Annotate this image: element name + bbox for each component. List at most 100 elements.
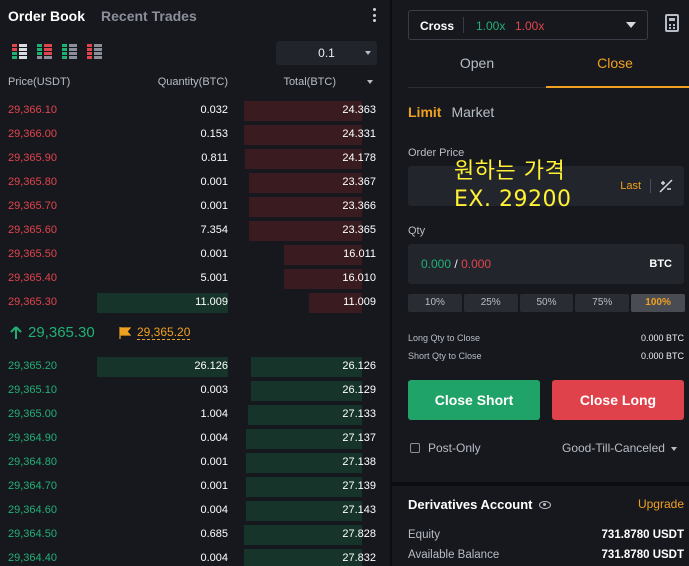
- ask-row[interactable]: 29,366.00 0.153 24.331: [0, 124, 390, 145]
- ask-quantity: 0.001: [200, 248, 228, 260]
- view-bids-icon[interactable]: [62, 44, 77, 59]
- bid-quantity: 26.126: [194, 360, 228, 372]
- tab-market[interactable]: Market: [451, 104, 494, 120]
- bid-quantity: 1.004: [200, 408, 228, 420]
- ask-price: 29,365.60: [8, 224, 57, 236]
- divider: [650, 179, 651, 193]
- ask-quantity: 5.001: [200, 272, 228, 284]
- price-swap-icon[interactable]: [659, 179, 673, 193]
- short-qty-row: Short Qty to Close 0.000 BTC: [408, 351, 684, 361]
- mark-price[interactable]: 29,365.20: [137, 325, 191, 340]
- tab-recent-trades[interactable]: Recent Trades: [101, 8, 197, 24]
- tab-limit[interactable]: Limit: [408, 104, 441, 120]
- tab-open[interactable]: Open: [408, 50, 546, 88]
- pct-50-button[interactable]: 50%: [519, 294, 574, 312]
- bid-quantity: 0.003: [200, 384, 228, 396]
- close-long-button[interactable]: Close Long: [552, 380, 684, 420]
- tab-order-book[interactable]: Order Book: [8, 8, 85, 24]
- bid-price: 29,364.90: [8, 432, 57, 444]
- ask-quantity: 0.001: [200, 200, 228, 212]
- chevron-down-icon: [365, 51, 371, 55]
- view-columns-icon[interactable]: [37, 44, 52, 59]
- eye-icon[interactable]: [538, 500, 551, 509]
- ask-row[interactable]: 29,365.50 0.001 16.011: [0, 244, 390, 265]
- upgrade-link[interactable]: Upgrade: [638, 497, 684, 511]
- qty-slash: /: [454, 257, 458, 271]
- orderbook-view-switcher: [12, 44, 102, 59]
- post-only-option: Post-Only: [410, 441, 481, 455]
- ask-price: 29,365.40: [8, 272, 57, 284]
- ask-row[interactable]: 29,365.60 7.354 23.365: [0, 220, 390, 241]
- long-qty-label: Long Qty to Close: [408, 333, 481, 343]
- available-balance-row: Available Balance 731.8780 USDT: [408, 549, 684, 561]
- time-in-force-select[interactable]: Good-Till-Canceled: [562, 441, 677, 455]
- last-price: 29,365.30: [28, 324, 95, 341]
- sort-dropdown-icon[interactable]: [367, 80, 373, 84]
- precision-select[interactable]: 0.1: [276, 41, 377, 65]
- bid-row[interactable]: 29,365.10 0.003 26.129: [0, 380, 390, 401]
- bid-row[interactable]: 29,364.60 0.004 27.143: [0, 500, 390, 521]
- ask-quantity: 0.811: [201, 152, 228, 164]
- header-quantity: Quantity(BTC): [157, 76, 228, 88]
- ask-row[interactable]: 29,365.90 0.811 24.178: [0, 148, 390, 169]
- bid-total: 27.133: [342, 408, 376, 420]
- bid-row[interactable]: 29,365.20 26.126 26.126: [0, 356, 390, 377]
- bid-quantity: 0.004: [200, 552, 228, 564]
- ask-price: 29,365.90: [8, 152, 57, 164]
- bid-quantity: 0.001: [200, 480, 228, 492]
- bid-price: 29,364.80: [8, 456, 57, 468]
- bid-total: 27.832: [342, 552, 376, 564]
- bid-row[interactable]: 29,364.80 0.001 27.138: [0, 452, 390, 473]
- long-qty-row: Long Qty to Close 0.000 BTC: [408, 333, 684, 343]
- ask-price: 29,365.70: [8, 200, 57, 212]
- ask-row[interactable]: 29,365.30 11.009 11.009: [0, 292, 390, 313]
- trade-panel: Cross 1.00x 1.00x Open Close Limit Marke…: [392, 0, 689, 566]
- post-only-checkbox[interactable]: [410, 443, 420, 453]
- equity-value: 731.8780 USDT: [601, 529, 684, 541]
- bid-price: 29,364.60: [8, 504, 57, 516]
- ask-total: 16.011: [343, 248, 376, 260]
- ask-price: 29,366.10: [8, 104, 57, 116]
- bid-row[interactable]: 29,364.50 0.685 27.828: [0, 524, 390, 545]
- ask-price: 29,365.50: [8, 248, 57, 260]
- ask-quantity: 11.009: [195, 296, 228, 308]
- account-header: Derivatives Account: [408, 497, 551, 512]
- precision-value: 0.1: [318, 46, 335, 60]
- open-close-tabs: Open Close: [408, 50, 689, 88]
- header-price: Price(USDT): [8, 76, 71, 88]
- available-balance-label: Available Balance: [408, 549, 500, 561]
- ask-row[interactable]: 29,366.10 0.032 24.363: [0, 100, 390, 121]
- qty-input[interactable]: 0.000 / 0.000 BTC: [408, 244, 684, 284]
- pct-75-button[interactable]: 75%: [575, 294, 630, 312]
- ask-row[interactable]: 29,365.70 0.001 23.366: [0, 196, 390, 217]
- bid-price: 29,364.50: [8, 528, 57, 540]
- pct-25-button[interactable]: 25%: [463, 294, 518, 312]
- bid-row[interactable]: 29,364.70 0.001 27.139: [0, 476, 390, 497]
- pct-100-button[interactable]: 100%: [631, 294, 685, 312]
- ask-row[interactable]: 29,365.40 5.001 16.010: [0, 268, 390, 289]
- view-both-icon[interactable]: [12, 44, 27, 59]
- view-asks-icon[interactable]: [87, 44, 102, 59]
- pct-10-button[interactable]: 10%: [408, 294, 462, 312]
- ask-row[interactable]: 29,365.80 0.001 23.367: [0, 172, 390, 193]
- ask-quantity: 7.354: [200, 224, 228, 236]
- bid-row[interactable]: 29,364.90 0.004 27.137: [0, 428, 390, 449]
- qty-values: 0.000 / 0.000: [421, 257, 491, 271]
- leverage-short: 1.00x: [515, 19, 545, 33]
- ask-quantity: 0.032: [200, 104, 228, 116]
- divider: [463, 17, 464, 33]
- more-options-icon[interactable]: [370, 8, 378, 22]
- bid-row[interactable]: 29,365.00 1.004 27.133: [0, 404, 390, 425]
- tab-close[interactable]: Close: [546, 50, 684, 88]
- qty-unit: BTC: [649, 258, 672, 270]
- close-short-button[interactable]: Close Short: [408, 380, 540, 420]
- ask-total: 11.009: [343, 296, 376, 308]
- bid-row[interactable]: 29,364.40 0.004 27.832: [0, 548, 390, 566]
- orderbook-tabs: Order Book Recent Trades: [8, 6, 197, 26]
- bid-price: 29,364.70: [8, 480, 57, 492]
- last-price-button[interactable]: Last: [620, 180, 641, 192]
- margin-leverage-select[interactable]: Cross 1.00x 1.00x: [408, 10, 648, 40]
- annotation-overlay: 원하는 가격 EX. 29200: [454, 158, 571, 214]
- last-price-row: 29,365.30 29,365.20: [0, 321, 390, 345]
- calculator-icon[interactable]: [665, 14, 679, 32]
